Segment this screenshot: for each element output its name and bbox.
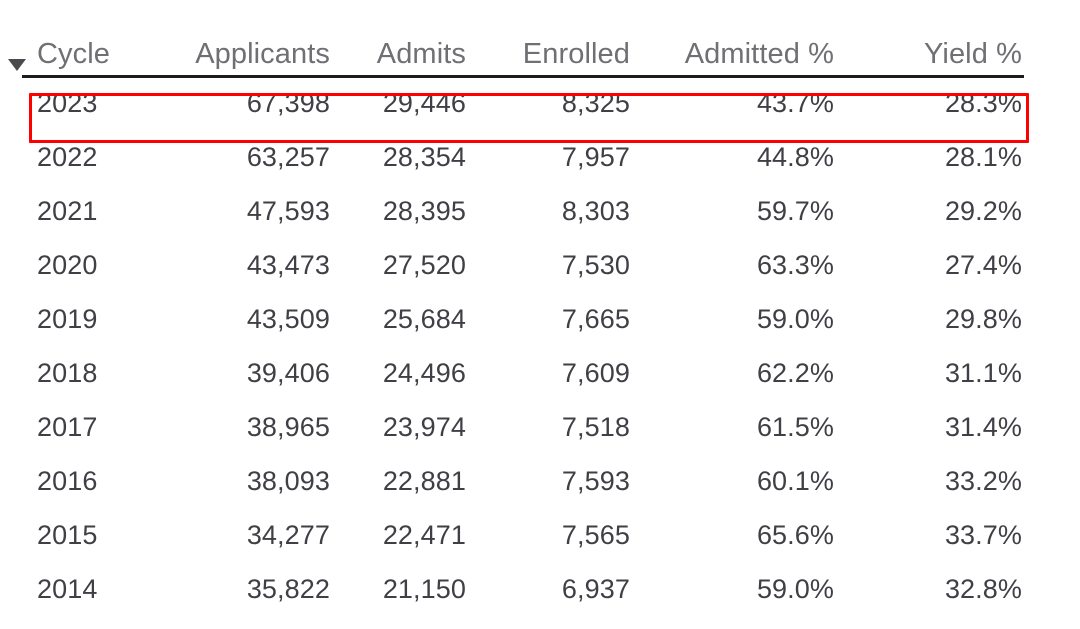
cell-applicants: 43,509 [246, 303, 330, 334]
cell-admitted_pct: 62.2% [756, 357, 834, 388]
cell-enrolled: 8,325 [561, 88, 630, 119]
admissions-cycle-table: Cycle Applicants Admits Enrolled Admitte… [8, 14, 1024, 616]
cell-enrolled: 6,937 [561, 573, 630, 604]
cell-cycle: 2022 [37, 141, 98, 172]
cell-applicants: 34,277 [246, 519, 330, 550]
table-row[interactable]: 2021 47,593 28,395 8,303 59.7% 29.2% [22, 184, 1024, 238]
cell-cycle: 2018 [37, 357, 98, 388]
cell-enrolled: 7,609 [561, 357, 630, 388]
cell-admitted_pct: 60.1% [756, 465, 834, 496]
column-header-cycle-label: Cycle [37, 37, 111, 70]
cell-enrolled: 8,303 [561, 195, 630, 226]
cell-admitted_pct: 63.3% [756, 249, 834, 280]
table-header-row: Cycle Applicants Admits Enrolled Admitte… [8, 14, 1024, 78]
cell-cycle: 2017 [37, 411, 98, 442]
column-header-admits[interactable]: Admits [334, 14, 490, 78]
cell-enrolled: 7,530 [561, 249, 630, 280]
table-row[interactable]: 2019 43,509 25,684 7,665 59.0% 29.8% [22, 292, 1024, 346]
cell-yield_pct: 31.4% [944, 411, 1022, 442]
cell-yield_pct: 28.1% [944, 141, 1022, 172]
cell-cycle: 2020 [37, 249, 98, 280]
cell-cycle: 2021 [37, 195, 98, 226]
cell-admits: 22,881 [382, 465, 466, 496]
cell-admitted_pct: 43.7% [756, 88, 834, 119]
cell-admits: 21,150 [382, 573, 466, 604]
table-container: Cycle Applicants Admits Enrolled Admitte… [0, 0, 1080, 629]
cell-admits: 28,395 [382, 195, 466, 226]
column-header-admitted-pct[interactable]: Admitted % [652, 14, 856, 78]
cell-yield_pct: 28.3% [944, 88, 1022, 119]
cell-applicants: 39,406 [246, 357, 330, 388]
column-header-applicants-label: Applicants [195, 37, 330, 70]
cell-applicants: 38,093 [246, 465, 330, 496]
column-header-admits-label: Admits [376, 37, 466, 70]
cell-enrolled: 7,957 [561, 141, 630, 172]
table-row[interactable]: 2023 67,398 29,446 8,325 43.7% 28.3% [22, 76, 1024, 130]
cell-applicants: 35,822 [246, 573, 330, 604]
cell-admitted_pct: 61.5% [756, 411, 834, 442]
column-header-admitted-pct-label: Admitted % [684, 37, 834, 70]
column-header-cycle[interactable]: Cycle [8, 14, 162, 78]
table-row[interactable]: 2020 43,473 27,520 7,530 63.3% 27.4% [22, 238, 1024, 292]
cell-yield_pct: 27.4% [944, 249, 1022, 280]
cell-yield_pct: 31.1% [944, 357, 1022, 388]
cell-yield_pct: 33.2% [944, 465, 1022, 496]
cell-admits: 24,496 [382, 357, 466, 388]
cell-admits: 29,446 [382, 88, 466, 119]
column-header-yield-pct[interactable]: Yield % [856, 14, 1024, 78]
cell-yield_pct: 29.2% [944, 195, 1022, 226]
table-row[interactable]: 2016 38,093 22,881 7,593 60.1% 33.2% [22, 454, 1024, 508]
cell-yield_pct: 29.8% [944, 303, 1022, 334]
cell-admits: 23,974 [382, 411, 466, 442]
cell-admitted_pct: 59.0% [756, 303, 834, 334]
cell-enrolled: 7,518 [561, 411, 630, 442]
cell-cycle: 2016 [37, 465, 98, 496]
cell-enrolled: 7,593 [561, 465, 630, 496]
cell-admits: 28,354 [382, 141, 466, 172]
cell-applicants: 47,593 [246, 195, 330, 226]
cell-cycle: 2015 [37, 519, 98, 550]
cell-admitted_pct: 65.6% [756, 519, 834, 550]
cell-admitted_pct: 59.7% [756, 195, 834, 226]
sort-descending-triangle-icon[interactable] [8, 58, 26, 71]
cell-applicants: 67,398 [246, 88, 330, 119]
table-row[interactable]: 2015 34,277 22,471 7,565 65.6% 33.7% [22, 508, 1024, 562]
cell-admits: 22,471 [382, 519, 466, 550]
cell-applicants: 63,257 [246, 141, 330, 172]
table-header: Cycle Applicants Admits Enrolled Admitte… [8, 14, 1024, 78]
cell-admitted_pct: 59.0% [756, 573, 834, 604]
cell-admitted_pct: 44.8% [756, 141, 834, 172]
cell-yield_pct: 32.8% [944, 573, 1022, 604]
table-row[interactable]: 2017 38,965 23,974 7,518 61.5% 31.4% [22, 400, 1024, 454]
table-body: 2023 67,398 29,446 8,325 43.7% 28.3% 2022 63,25… [22, 76, 1024, 616]
cell-yield_pct: 33.7% [944, 519, 1022, 550]
cell-admits: 25,684 [382, 303, 466, 334]
table-row[interactable]: 2014 35,822 21,150 6,937 59.0% 32.8% [22, 562, 1024, 616]
column-header-yield-pct-label: Yield % [924, 37, 1022, 70]
cell-enrolled: 7,565 [561, 519, 630, 550]
column-header-applicants[interactable]: Applicants [162, 14, 334, 78]
cell-applicants: 43,473 [246, 249, 330, 280]
cell-cycle: 2019 [37, 303, 98, 334]
cell-cycle: 2023 [37, 88, 98, 119]
cell-cycle: 2014 [37, 573, 98, 604]
table-row[interactable]: 2022 63,257 28,354 7,957 44.8% 28.1% [22, 130, 1024, 184]
table-row[interactable]: 2018 39,406 24,496 7,609 62.2% 31.1% [22, 346, 1024, 400]
cell-applicants: 38,965 [246, 411, 330, 442]
column-header-enrolled[interactable]: Enrolled [490, 14, 652, 78]
cell-admits: 27,520 [382, 249, 466, 280]
cell-enrolled: 7,665 [561, 303, 630, 334]
column-header-enrolled-label: Enrolled [522, 37, 630, 70]
